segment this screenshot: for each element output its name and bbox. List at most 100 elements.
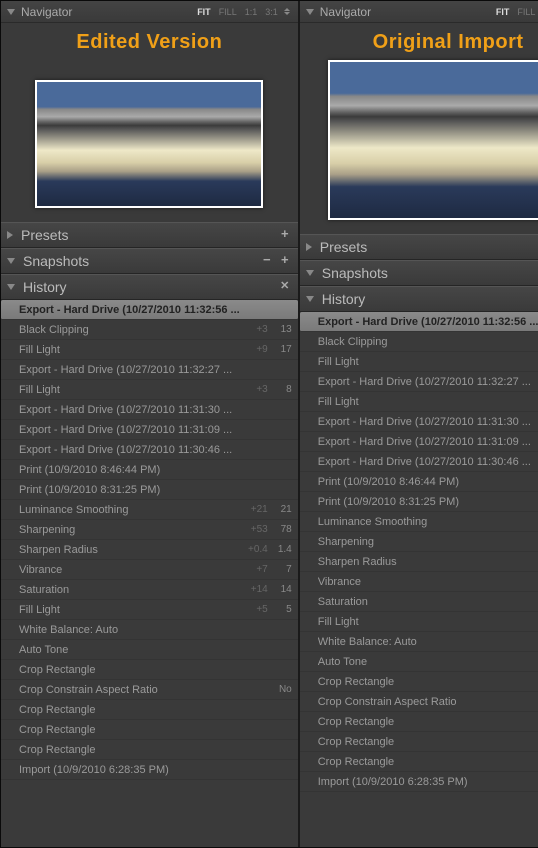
section-title: Snapshots: [322, 265, 538, 281]
history-row[interactable]: Auto Tone: [1, 640, 298, 660]
history-row[interactable]: Export - Hard Drive (10/27/2010 11:32:27…: [300, 372, 538, 392]
image-preview[interactable]: [328, 60, 538, 220]
history-row[interactable]: Export - Hard Drive (10/27/2010 11:30:46…: [300, 452, 538, 472]
history-row[interactable]: Crop Constrain Aspect RatioNo: [300, 692, 538, 712]
chevron-right-icon[interactable]: [7, 231, 13, 239]
chevron-right-icon[interactable]: [306, 243, 312, 251]
snapshots-header[interactable]: Snapshots−+: [300, 260, 538, 286]
history-list: Export - Hard Drive (10/27/2010 11:32:56…: [300, 312, 538, 847]
history-value: 7: [268, 564, 292, 575]
zoom-fill[interactable]: FILL: [217, 7, 239, 17]
history-label: Vibrance: [318, 576, 538, 588]
image-preview[interactable]: [35, 80, 263, 208]
presets-header[interactable]: Presets+: [1, 222, 298, 248]
navigator-header[interactable]: NavigatorFITFILL1:13:1: [1, 1, 298, 23]
history-row[interactable]: Black Clipping+313: [300, 332, 538, 352]
history-row[interactable]: Crop Rectangle: [300, 712, 538, 732]
snapshots-header[interactable]: Snapshots−+: [1, 248, 298, 274]
history-row[interactable]: Fill Light+917: [300, 352, 538, 372]
history-row[interactable]: Saturation+1414: [1, 580, 298, 600]
history-label: Crop Rectangle: [318, 756, 538, 768]
history-row[interactable]: Fill Light+55: [300, 612, 538, 632]
zoom-fit[interactable]: FIT: [494, 7, 512, 17]
history-row[interactable]: Sharpening+5378: [1, 520, 298, 540]
history-row[interactable]: Crop Constrain Aspect RatioNo: [1, 680, 298, 700]
history-row[interactable]: Crop Rectangle: [300, 672, 538, 692]
add-snapshot-button[interactable]: +: [278, 254, 292, 268]
history-delta: +21: [240, 504, 268, 515]
preview-wrap: [300, 60, 538, 234]
history-row[interactable]: Print (10/9/2010 8:46:44 PM): [300, 472, 538, 492]
history-row[interactable]: Fill Light+55: [1, 600, 298, 620]
history-row[interactable]: Export - Hard Drive (10/27/2010 11:32:27…: [1, 360, 298, 380]
history-row[interactable]: Vibrance+77: [1, 560, 298, 580]
navigator-header[interactable]: NavigatorFITFILL1:13:1: [300, 1, 538, 23]
history-label: Export - Hard Drive (10/27/2010 11:31:30…: [19, 404, 240, 416]
history-row[interactable]: Export - Hard Drive (10/27/2010 11:32:56…: [300, 312, 538, 332]
remove-snapshot-button[interactable]: −: [260, 254, 274, 268]
history-label: Export - Hard Drive (10/27/2010 11:31:09…: [19, 424, 240, 436]
history-label: Crop Rectangle: [19, 704, 240, 716]
history-row[interactable]: Crop Rectangle: [1, 660, 298, 680]
history-row[interactable]: Crop Rectangle: [300, 732, 538, 752]
history-row[interactable]: Sharpening+5378: [300, 532, 538, 552]
history-row[interactable]: Saturation+1414: [300, 592, 538, 612]
clear-history-button[interactable]: ✕: [278, 280, 292, 294]
history-value: 1.4: [268, 544, 292, 555]
history-row[interactable]: Export - Hard Drive (10/27/2010 11:31:30…: [300, 412, 538, 432]
chevron-down-icon[interactable]: [7, 258, 15, 264]
zoom-3-1[interactable]: 3:1: [263, 7, 280, 17]
history-row[interactable]: Import (10/9/2010 6:28:35 PM): [1, 760, 298, 780]
history-row[interactable]: Print (10/9/2010 8:31:25 PM): [1, 480, 298, 500]
history-row[interactable]: Sharpen Radius+0.41.4: [300, 552, 538, 572]
chevron-down-icon[interactable]: [7, 284, 15, 290]
history-row[interactable]: Vibrance+77: [300, 572, 538, 592]
history-label: Print (10/9/2010 8:46:44 PM): [19, 464, 240, 476]
history-row[interactable]: Crop Rectangle: [300, 752, 538, 772]
history-row[interactable]: White Balance: Auto: [1, 620, 298, 640]
history-row[interactable]: Auto Tone: [300, 652, 538, 672]
history-row[interactable]: Luminance Smoothing+2121: [300, 512, 538, 532]
history-row[interactable]: White Balance: Auto: [300, 632, 538, 652]
history-value: 17: [268, 344, 292, 355]
panel-caption: Original Import: [300, 23, 538, 60]
zoom-fit[interactable]: FIT: [195, 7, 213, 17]
history-row[interactable]: Import (10/9/2010 6:28:35 PM): [300, 772, 538, 792]
history-row[interactable]: Print (10/9/2010 8:46:44 PM): [1, 460, 298, 480]
collapse-icon[interactable]: [306, 9, 314, 15]
zoom-fill[interactable]: FILL: [515, 7, 537, 17]
history-row[interactable]: Crop Rectangle: [1, 700, 298, 720]
history-row[interactable]: Luminance Smoothing+2121: [1, 500, 298, 520]
add-preset-button[interactable]: +: [278, 228, 292, 242]
zoom-stepper[interactable]: [284, 7, 292, 17]
history-label: Auto Tone: [318, 656, 538, 668]
zoom-1-1[interactable]: 1:1: [243, 7, 260, 17]
history-label: Export - Hard Drive (10/27/2010 11:32:56…: [19, 304, 240, 316]
history-header[interactable]: History✕: [300, 286, 538, 312]
presets-header[interactable]: Presets+: [300, 234, 538, 260]
history-label: Export - Hard Drive (10/27/2010 11:32:27…: [19, 364, 240, 376]
history-row[interactable]: Print (10/9/2010 8:31:25 PM): [300, 492, 538, 512]
history-value: 21: [268, 504, 292, 515]
history-delta: +5: [240, 604, 268, 615]
history-row[interactable]: Black Clipping+313: [1, 320, 298, 340]
history-row[interactable]: Export - Hard Drive (10/27/2010 11:31:09…: [300, 432, 538, 452]
history-row[interactable]: Fill Light+38: [1, 380, 298, 400]
history-row[interactable]: Fill Light+917: [1, 340, 298, 360]
history-row[interactable]: Export - Hard Drive (10/27/2010 11:30:46…: [1, 440, 298, 460]
history-row[interactable]: Crop Rectangle: [1, 720, 298, 740]
history-row[interactable]: Export - Hard Drive (10/27/2010 11:31:09…: [1, 420, 298, 440]
history-row[interactable]: Fill Light+38: [300, 392, 538, 412]
history-row[interactable]: Export - Hard Drive (10/27/2010 11:32:56…: [1, 300, 298, 320]
history-label: Luminance Smoothing: [19, 504, 240, 516]
chevron-down-icon[interactable]: [306, 296, 314, 302]
history-row[interactable]: Export - Hard Drive (10/27/2010 11:31:30…: [1, 400, 298, 420]
chevron-down-icon[interactable]: [306, 270, 314, 276]
collapse-icon[interactable]: [7, 9, 15, 15]
side-panel: NavigatorFITFILL1:13:1Original Import Pre…: [300, 1, 538, 847]
history-header[interactable]: History✕: [1, 274, 298, 300]
history-row[interactable]: Crop Rectangle: [1, 740, 298, 760]
history-label: Crop Constrain Aspect Ratio: [19, 684, 240, 696]
panel-caption: Edited Version: [1, 23, 298, 60]
history-row[interactable]: Sharpen Radius+0.41.4: [1, 540, 298, 560]
